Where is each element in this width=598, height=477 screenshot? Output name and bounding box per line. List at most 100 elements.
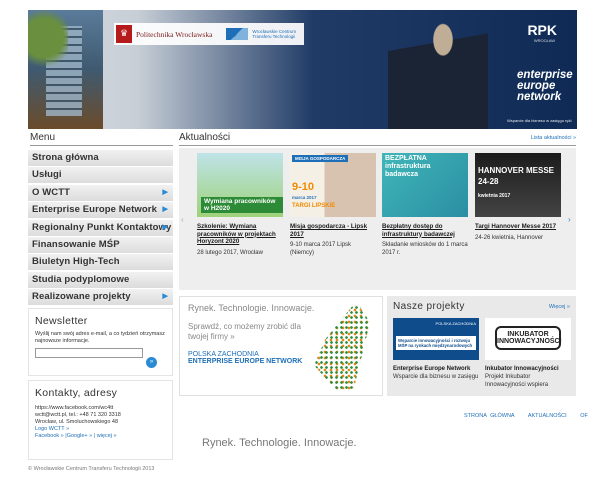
submenu-arrow-icon: ▶: [162, 206, 168, 214]
projects-more-link[interactable]: Więcej »: [549, 304, 570, 310]
project-desc: Wsparcie dla biznesu w zasięgu: [393, 374, 479, 380]
news-title-link[interactable]: Bezpłatny dostęp do infrastruktury badaw…: [382, 223, 468, 238]
sidebar-item[interactable]: Enterprise Europe Network ▶: [28, 202, 173, 219]
news-image[interactable]: MISJA GOSPODARCZA 9-10 marca 2017 TARGI …: [290, 153, 376, 217]
newsletter-description: Wyślij nam swój adres e-mail, a co tydzi…: [35, 331, 165, 344]
sidebar-menu: Strona główna Usługi O WCTT ▶ Enterprise Eur…: [28, 150, 173, 307]
sidebar-item[interactable]: Realizowane projekty ▶: [28, 289, 173, 306]
nav-offer[interactable]: OF: [580, 413, 588, 419]
contact-line[interactable]: Logo WCTT »: [35, 426, 166, 433]
project-title[interactable]: Inkubator Innowacyjności: [485, 366, 559, 372]
sidebar-item-label: Usługi: [32, 169, 62, 181]
news-item[interactable]: BEZPŁATNA infrastruktura badawcza Bezpła…: [382, 153, 468, 257]
news-image-date: 9-10: [292, 181, 315, 193]
nav-news[interactable]: AKTUALNOŚCI: [528, 413, 567, 419]
contact-line[interactable]: Facebook » |Google+ » | więcej »: [35, 433, 166, 440]
submenu-arrow-icon: ▶: [162, 188, 168, 196]
submenu-arrow-icon: ▶: [162, 293, 168, 301]
contact-lines: https://www.facebook.com/wc4tt wctt@wctt.…: [35, 405, 166, 440]
wctt-logo-icon: [226, 28, 249, 40]
logo-bar[interactable]: ♛ Politechnika Wrocławska Wrocławskie Ce…: [114, 23, 304, 45]
newsletter-submit-button[interactable]: »: [146, 357, 157, 368]
sidebar-item-label: Finansowanie MŚP: [32, 238, 120, 250]
project-inkubator-image[interactable]: INKUBATOR INNOWACYJNOŚCI: [485, 318, 571, 360]
sidebar-item[interactable]: Regionalny Punkt Kontaktowy ▶: [28, 219, 173, 236]
sidebar-item[interactable]: Usługi: [28, 167, 173, 184]
news-date: Składanie wniosków do 1 marca 2017 r.: [382, 242, 468, 256]
news-image-month: marca 2017: [292, 195, 317, 200]
een-tagline: Wsparcie dla biznesu w zasięgu ręki: [507, 118, 572, 123]
sidebar-item-label: Realizowane projekty: [32, 291, 131, 303]
news-image[interactable]: HANNOVER MESSE 24-28 kwietnia 2017: [475, 153, 561, 217]
news-image-caption: Wymiana pracowników w H2020: [201, 197, 283, 213]
news-item[interactable]: MISJA GOSPODARCZA 9-10 marca 2017 TARGI …: [290, 153, 376, 257]
news-title-link[interactable]: Targi Hannover Messe 2017: [475, 223, 561, 231]
secondary-page-fragment: STRONA GŁÓWNA AKTUALNOŚCI OF Rynek. Tech…: [176, 397, 598, 477]
newsletter-email-input[interactable]: [35, 348, 143, 358]
news-date: 28 lutego 2017, Wrocław: [197, 249, 263, 256]
news-heading: Aktualności: [179, 132, 231, 143]
university-name: Politechnika Wrocławska: [136, 29, 213, 39]
wctt-name: Wrocławskie Centrum Transferu Technologi…: [252, 29, 297, 39]
header-banner: ♛ Politechnika Wrocławska Wrocławskie Ce…: [28, 10, 577, 129]
newsletter-title: Newsletter: [35, 315, 88, 327]
project-desc: Projekt Inkubator Innowacyjności wspiera: [485, 374, 549, 388]
news-image-fair: TARGI LIPSKIE: [292, 203, 336, 209]
project-een-image[interactable]: POLSKA ZACHODNIA Wsparcie innowacyjności…: [393, 318, 479, 360]
newsletter-box: Newsletter Wyślij nam swój adres e-mail,…: [28, 308, 173, 376]
sidebar-item[interactable]: Finansowanie MŚP: [28, 236, 173, 253]
news-image-caption: BEZPŁATNA infrastruktura badawcza: [385, 155, 431, 178]
news-image-caption: MISJA GOSPODARCZA: [292, 155, 349, 162]
news-title-link[interactable]: Misja gospodarcza - Lipsk 2017: [290, 223, 376, 238]
copyright: © Wrocławskie Centrum Transferu Technolo…: [28, 466, 155, 472]
people-figure-icon: [314, 305, 370, 391]
menu-title: Menu: [30, 131, 173, 146]
news-date: 24-26 kwietnia, Hannover: [475, 234, 544, 241]
tree-photo: [28, 10, 68, 80]
projects-box: Nasze projekty Więcej » POLSKA ZACHODNIA…: [387, 296, 576, 396]
news-date: 9-10 marca 2017 Lipsk (Niemcy): [290, 242, 352, 256]
een-logo[interactable]: RPK WROCŁAW enterprise europe network Ws…: [507, 20, 573, 124]
sidebar-item-label: Studia podyplomowe: [32, 273, 130, 285]
een-promo-banner[interactable]: Rynek. Technologie. Innowacje. Sprawdź, …: [179, 296, 383, 396]
contact-title: Kontakty, adresy: [35, 387, 118, 399]
een-wordmark: enterprise europe network: [517, 69, 573, 103]
project-een-caption: Wsparcie innowacyjności i rozwoju MŚP na…: [396, 336, 476, 350]
sidebar-item[interactable]: Studia podyplomowe: [28, 271, 173, 288]
contact-box: Kontakty, adresy https://www.facebook.co…: [28, 380, 173, 460]
sidebar-item[interactable]: Biuletyn High-Tech: [28, 254, 173, 271]
sidebar-item-label: Regionalny Punkt Kontaktowy: [32, 221, 172, 233]
sidebar-item-label: Enterprise Europe Network: [32, 204, 157, 216]
sidebar-item[interactable]: O WCTT ▶: [28, 184, 173, 201]
news-image[interactable]: Wymiana pracowników w H2020: [197, 153, 283, 217]
carousel-prev-icon[interactable]: ‹: [181, 215, 184, 224]
inkubator-logo: INKUBATOR INNOWACYJNOŚCI: [495, 326, 562, 350]
news-image-month: kwietnia 2017: [478, 193, 511, 199]
pwr-crest-icon: ♛: [116, 25, 132, 43]
rpk-logo: RPK: [527, 22, 557, 38]
news-title-link[interactable]: Szkolenie: Wymiana pracowników w projekt…: [197, 223, 283, 246]
nav-home[interactable]: STRONA GŁÓWNA: [464, 413, 515, 419]
project-title[interactable]: Enterprise Europe Network: [393, 366, 470, 372]
top-nav: STRONA GŁÓWNA AKTUALNOŚCI OF: [464, 413, 598, 419]
news-list-link[interactable]: Lista aktualności »: [531, 135, 576, 141]
news-item[interactable]: HANNOVER MESSE 24-28 kwietnia 2017 Targi…: [475, 153, 561, 242]
submenu-arrow-icon: ▶: [162, 223, 168, 231]
project-badge: POLSKA ZACHODNIA: [435, 321, 476, 326]
projects-title: Nasze projekty: [393, 301, 465, 312]
sidebar-item-label: Strona główna: [32, 152, 99, 163]
sidebar-item[interactable]: Strona główna: [28, 150, 173, 166]
news-item[interactable]: Wymiana pracowników w H2020 Szkolenie: W…: [197, 153, 283, 257]
promo-heading: Rynek. Technologie. Innowacje.: [188, 303, 315, 313]
businessman-photo: [388, 10, 488, 129]
sidebar-item-label: O WCTT: [32, 186, 71, 198]
news-image[interactable]: BEZPŁATNA infrastruktura badawcza: [382, 153, 468, 217]
contact-line: Wrocław, ul. Smoluchowskiego 48: [35, 419, 119, 425]
contact-line: https://www.facebook.com/wc4tt: [35, 405, 114, 411]
carousel-next-icon[interactable]: ›: [568, 215, 571, 224]
rpk-subtitle: WROCŁAW: [533, 38, 555, 43]
news-image-caption: HANNOVER MESSE 24-28: [478, 166, 555, 186]
page-heading: Rynek. Technologie. Innowacje.: [202, 437, 357, 449]
sidebar-item-label: Biuletyn High-Tech: [32, 256, 120, 268]
promo-subtext[interactable]: Sprawdź, co możemy zrobić dla twojej fir…: [188, 322, 308, 342]
